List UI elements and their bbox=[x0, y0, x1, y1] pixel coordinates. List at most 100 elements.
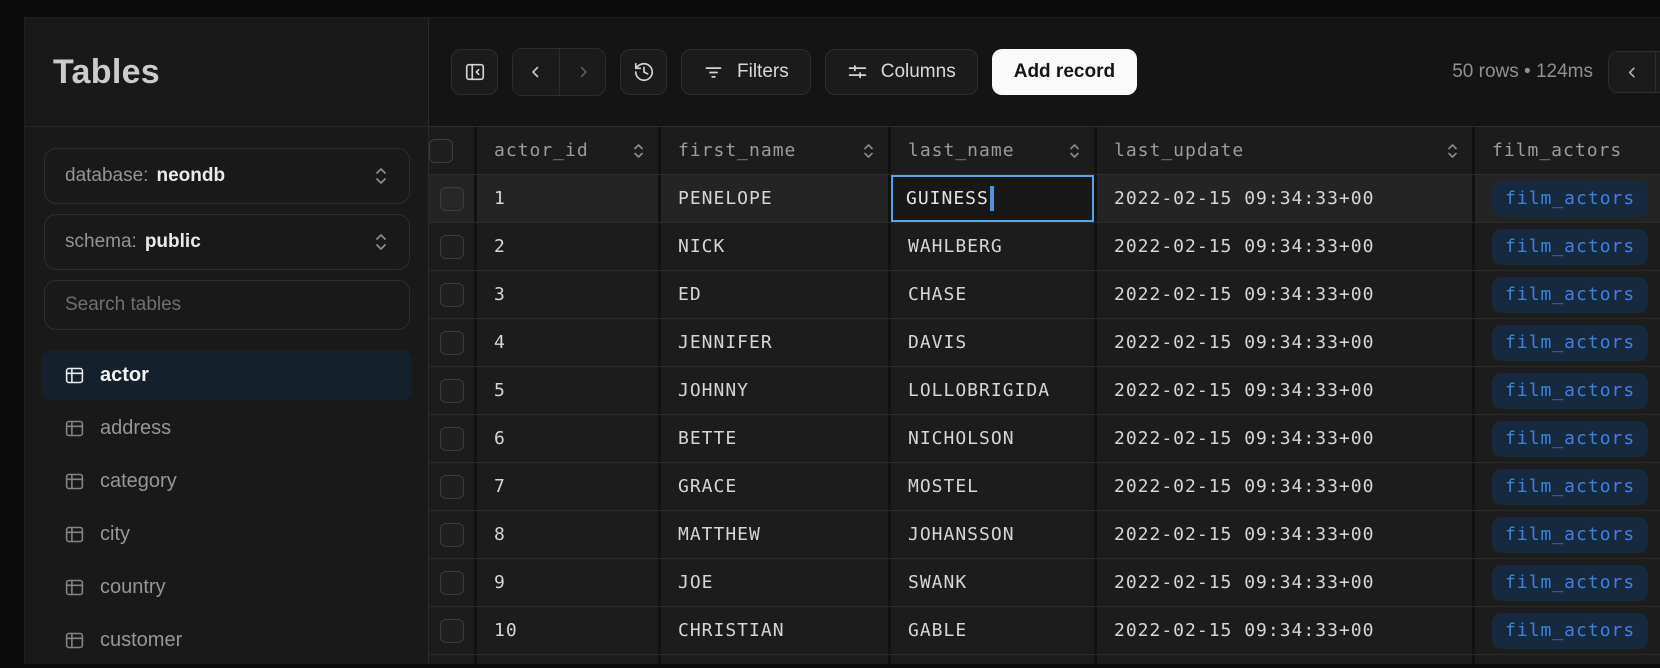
columns-button[interactable]: Columns bbox=[825, 49, 978, 95]
cell-first_name[interactable]: ED bbox=[661, 271, 891, 318]
cell-last_name[interactable]: GUINESS bbox=[891, 175, 1097, 222]
column-header-first_name[interactable]: first_name bbox=[661, 127, 891, 174]
sidebar-item-address[interactable]: address bbox=[41, 403, 412, 453]
cell-last_update[interactable]: 2022-02-15 09:34:33+00 bbox=[1097, 415, 1475, 462]
cell-film_actors[interactable]: film_actors bbox=[1475, 367, 1660, 414]
cell-actor_id[interactable]: 9 bbox=[477, 559, 661, 606]
next-page-button[interactable] bbox=[1655, 52, 1660, 92]
sort-icon[interactable] bbox=[631, 141, 646, 161]
prev-page-button[interactable] bbox=[1609, 52, 1655, 92]
cell-film_actors[interactable]: film_actors bbox=[1475, 559, 1660, 606]
history-button[interactable] bbox=[620, 49, 667, 95]
cell-first_name[interactable]: PENELOPE bbox=[661, 175, 891, 222]
cell-film_actors[interactable]: film_actors bbox=[1475, 415, 1660, 462]
cell-value: 10 bbox=[494, 620, 518, 641]
relation-badge[interactable]: film_actors bbox=[1492, 469, 1648, 505]
schema-select[interactable]: schema: public bbox=[44, 214, 410, 270]
cell-last_name[interactable]: JOHANSSON bbox=[891, 511, 1097, 558]
cell-value: 6 bbox=[494, 428, 506, 449]
cell-last_update[interactable]: 2022-02-15 09:34:33+00 bbox=[1097, 175, 1475, 222]
cell-film_actors[interactable]: film_actors bbox=[1475, 175, 1660, 222]
cell-actor_id[interactable]: 6 bbox=[477, 415, 661, 462]
column-header-last_name[interactable]: last_name bbox=[891, 127, 1097, 174]
back-button[interactable] bbox=[513, 49, 559, 95]
relation-badge[interactable]: film_actors bbox=[1492, 229, 1648, 265]
relation-badge[interactable]: film_actors bbox=[1492, 421, 1648, 457]
sort-icon[interactable] bbox=[1067, 141, 1082, 161]
column-header-last_update[interactable]: last_update bbox=[1097, 127, 1475, 174]
forward-button[interactable] bbox=[559, 49, 605, 95]
cell-first_name[interactable]: MATTHEW bbox=[661, 511, 891, 558]
row-checkbox[interactable] bbox=[440, 235, 464, 259]
cell-film_actors[interactable]: film_actors bbox=[1475, 223, 1660, 270]
cell-last_name[interactable]: GABLE bbox=[891, 607, 1097, 654]
cell-first_name[interactable]: GRACE bbox=[661, 463, 891, 510]
cell-last_update[interactable]: 2022-02-15 09:34:33+00 bbox=[1097, 271, 1475, 318]
cell-last_update[interactable]: 2022-02-15 09:34:33+00 bbox=[1097, 367, 1475, 414]
sidebar-item-city[interactable]: city bbox=[41, 509, 412, 559]
cell-last_update[interactable]: 2022-02-15 09:34:33+00 bbox=[1097, 511, 1475, 558]
add-record-button[interactable]: Add record bbox=[992, 49, 1137, 95]
cell-last_update[interactable]: 2022-02-15 09:34:33+00 bbox=[1097, 223, 1475, 270]
row-checkbox[interactable] bbox=[440, 475, 464, 499]
cell-first_name[interactable]: JOE bbox=[661, 559, 891, 606]
row-checkbox[interactable] bbox=[440, 571, 464, 595]
cell-last_name[interactable]: NICHOLSON bbox=[891, 415, 1097, 462]
row-checkbox[interactable] bbox=[440, 283, 464, 307]
relation-badge[interactable]: film_actors bbox=[1492, 325, 1648, 361]
row-checkbox[interactable] bbox=[440, 523, 464, 547]
row-checkbox[interactable] bbox=[440, 331, 464, 355]
row-checkbox[interactable] bbox=[440, 379, 464, 403]
row-checkbox[interactable] bbox=[440, 619, 464, 643]
sort-icon[interactable] bbox=[1445, 141, 1460, 161]
cell-film_actors[interactable]: film_actors bbox=[1475, 319, 1660, 366]
cell-last_update[interactable]: 2022-02-15 09:34:33+00 bbox=[1097, 559, 1475, 606]
relation-badge[interactable]: film_actors bbox=[1492, 517, 1648, 553]
cell-actor_id[interactable]: 2 bbox=[477, 223, 661, 270]
sidebar-item-category[interactable]: category bbox=[41, 456, 412, 506]
sidebar-item-country[interactable]: country bbox=[41, 562, 412, 612]
relation-badge[interactable]: film_actors bbox=[1492, 565, 1648, 601]
search-input[interactable] bbox=[65, 294, 389, 316]
sort-icon[interactable] bbox=[861, 141, 876, 161]
cell-first_name[interactable]: JENNIFER bbox=[661, 319, 891, 366]
row-checkbox[interactable] bbox=[440, 187, 464, 211]
cell-first_name[interactable]: CHRISTIAN bbox=[661, 607, 891, 654]
column-header-film_actors[interactable]: film_actors bbox=[1475, 127, 1660, 174]
relation-badge[interactable]: film_actors bbox=[1492, 181, 1648, 217]
cell-last_update[interactable]: 2022-02-15 09:34:33+00 bbox=[1097, 463, 1475, 510]
cell-actor_id[interactable]: 10 bbox=[477, 607, 661, 654]
cell-film_actors[interactable]: film_actors bbox=[1475, 463, 1660, 510]
cell-actor_id[interactable]: 5 bbox=[477, 367, 661, 414]
cell-film_actors[interactable]: film_actors bbox=[1475, 271, 1660, 318]
cell-actor_id[interactable]: 1 bbox=[477, 175, 661, 222]
relation-badge[interactable]: film_actors bbox=[1492, 373, 1648, 409]
toggle-sidebar-button[interactable] bbox=[451, 49, 498, 95]
cell-first_name[interactable]: NICK bbox=[661, 223, 891, 270]
cell-last_name[interactable]: LOLLOBRIGIDA bbox=[891, 367, 1097, 414]
cell-actor_id[interactable]: 7 bbox=[477, 463, 661, 510]
cell-actor_id[interactable]: 8 bbox=[477, 511, 661, 558]
column-header-actor_id[interactable]: actor_id bbox=[477, 127, 661, 174]
database-select[interactable]: database: neondb bbox=[44, 148, 410, 204]
cell-actor_id[interactable]: 3 bbox=[477, 271, 661, 318]
cell-last_name[interactable]: SWANK bbox=[891, 559, 1097, 606]
cell-film_actors[interactable]: film_actors bbox=[1475, 607, 1660, 654]
row-checkbox[interactable] bbox=[440, 427, 464, 451]
sidebar-item-actor[interactable]: actor bbox=[41, 350, 412, 400]
select-all-checkbox[interactable] bbox=[429, 139, 453, 163]
cell-last_name[interactable]: CHASE bbox=[891, 271, 1097, 318]
sidebar-item-customer[interactable]: customer bbox=[41, 615, 412, 665]
cell-last_name[interactable]: DAVIS bbox=[891, 319, 1097, 366]
relation-badge[interactable]: film_actors bbox=[1492, 277, 1648, 313]
cell-last_update[interactable]: 2022-02-15 09:34:33+00 bbox=[1097, 319, 1475, 366]
filters-button[interactable]: Filters bbox=[681, 49, 811, 95]
cell-first_name[interactable]: BETTE bbox=[661, 415, 891, 462]
relation-badge[interactable]: film_actors bbox=[1492, 613, 1648, 649]
cell-last_name[interactable]: WAHLBERG bbox=[891, 223, 1097, 270]
cell-film_actors[interactable]: film_actors bbox=[1475, 511, 1660, 558]
cell-last_name[interactable]: MOSTEL bbox=[891, 463, 1097, 510]
cell-last_update[interactable]: 2022-02-15 09:34:33+00 bbox=[1097, 607, 1475, 654]
cell-actor_id[interactable]: 4 bbox=[477, 319, 661, 366]
cell-first_name[interactable]: JOHNNY bbox=[661, 367, 891, 414]
